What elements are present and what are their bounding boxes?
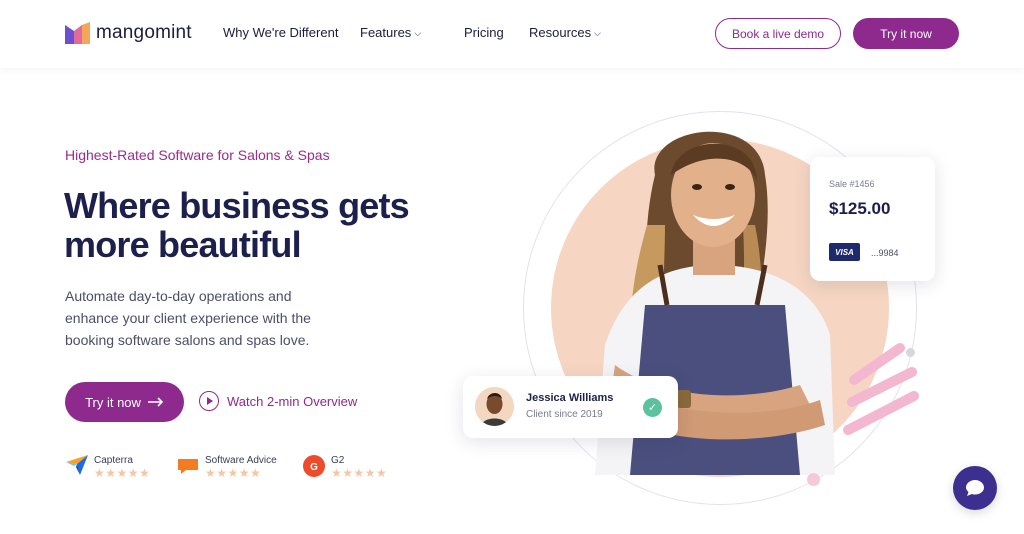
svg-text:G: G <box>310 462 318 473</box>
review-software-advice-name: Software Advice <box>205 455 277 466</box>
mangomint-logo-icon <box>65 22 90 44</box>
nav-resources[interactable]: Resources ⌵ <box>529 25 609 40</box>
software-advice-icon <box>178 459 198 474</box>
chevron-down-icon: ⌵ <box>594 28 601 38</box>
nav-resources-label: Resources <box>529 25 592 40</box>
review-capterra: Capterra ★★★★★ <box>66 455 150 480</box>
g2-icon: G <box>303 455 325 477</box>
nav-links: Why We're Different Features ⌵ Pricing R… <box>223 25 609 40</box>
check-icon: ✓ <box>643 398 662 417</box>
nav-pricing[interactable]: Pricing <box>464 25 529 40</box>
try-it-now-nav-button[interactable]: Try it now <box>853 18 959 49</box>
chat-bubble-icon <box>966 480 984 496</box>
book-demo-button[interactable]: Book a live demo <box>715 18 841 49</box>
review-g2: G G2 ★★★★★ <box>303 455 387 480</box>
nav-features[interactable]: Features ⌵ <box>360 25 464 40</box>
try-it-now-hero-button[interactable]: Try it now <box>65 382 184 422</box>
watch-overview-link[interactable]: Watch 2-min Overview <box>199 391 357 411</box>
card-last-digits: ...9984 <box>871 248 899 258</box>
sale-number: Sale #1456 <box>829 179 875 189</box>
play-icon <box>199 391 219 411</box>
chat-button[interactable] <box>953 466 997 510</box>
top-navigation: mangomint Why We're Different Features ⌵… <box>0 0 1024 68</box>
sale-amount: $125.00 <box>829 199 891 218</box>
client-avatar <box>475 387 514 426</box>
chevron-down-icon: ⌵ <box>414 28 422 38</box>
headline-line-2: more beautiful <box>64 224 302 265</box>
nav-why-different-label: Why We're Different <box>223 25 339 40</box>
review-g2-name: G2 <box>331 455 345 466</box>
sale-card: Sale #1456 $125.00 VISA ...9984 <box>810 157 935 281</box>
nav-features-label: Features <box>360 25 412 40</box>
logo[interactable]: mangomint <box>65 22 192 44</box>
arrow-right-icon <box>147 397 164 407</box>
visa-card-icon: VISA <box>829 243 860 261</box>
try-it-now-hero-label: Try it now <box>85 394 141 410</box>
capterra-icon <box>66 455 88 475</box>
hero-eyebrow: Highest-Rated Software for Salons & Spas <box>65 147 330 163</box>
decorative-dot <box>807 473 820 486</box>
review-capterra-name: Capterra <box>94 455 133 466</box>
headline-line-1: Where business gets <box>64 185 410 226</box>
hero-subcopy: Automate day-to-day operations and enhan… <box>65 288 311 348</box>
client-since: Client since 2019 <box>526 409 603 420</box>
client-card: Jessica Williams Client since 2019 ✓ <box>463 376 678 438</box>
review-capterra-stars: ★★★★★ <box>94 466 151 480</box>
decorative-dot <box>906 348 915 357</box>
watch-overview-label: Watch 2-min Overview <box>227 393 358 409</box>
decorative-stripes <box>843 343 919 435</box>
logo-text: mangomint <box>96 22 192 43</box>
nav-pricing-label: Pricing <box>464 25 504 40</box>
nav-why-different[interactable]: Why We're Different <box>223 25 360 40</box>
client-name: Jessica Williams <box>526 392 614 404</box>
review-g2-stars: ★★★★★ <box>331 466 388 480</box>
review-software-advice: Software Advice ★★★★★ <box>177 455 277 480</box>
hero-headline: Where business gets more beautiful <box>64 186 424 264</box>
review-software-advice-stars: ★★★★★ <box>205 466 262 480</box>
